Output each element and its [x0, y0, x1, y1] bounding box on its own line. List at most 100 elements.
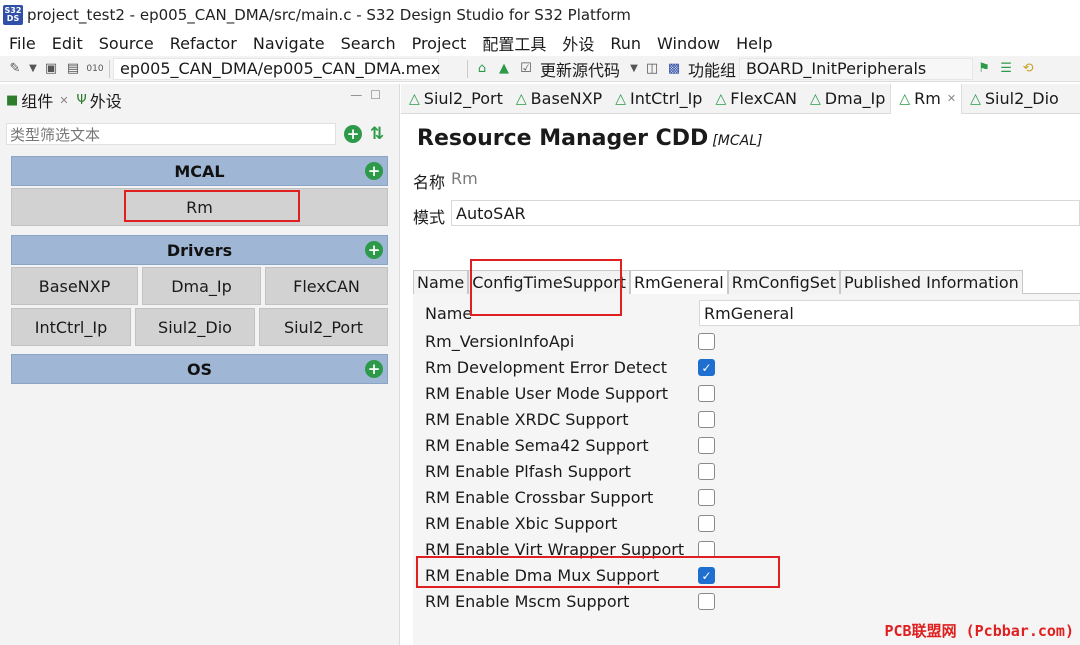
page-title-text: Resource Manager CDD — [417, 126, 709, 151]
tab-flexcan[interactable]: △ FlexCAN — [707, 84, 802, 114]
name-row-field[interactable]: RmGeneral — [699, 300, 1080, 326]
add-drivers-icon[interactable]: + — [365, 241, 383, 259]
option-checkbox[interactable] — [698, 489, 715, 506]
copy-icon[interactable]: ◫ — [643, 60, 661, 78]
close-icon[interactable]: ✕ — [59, 94, 68, 107]
tab-rmconfigset[interactable]: RmConfigSet — [727, 270, 841, 294]
tab-config-time-support[interactable]: ConfigTimeSupport — [468, 270, 630, 294]
title-bar: S32 DS project_test2 - ep005_CAN_DMA/src… — [0, 0, 1080, 30]
option-checkbox[interactable] — [698, 333, 715, 350]
option-row: RM Enable XRDC Support — [425, 406, 629, 432]
menu-search[interactable]: Search — [333, 34, 404, 53]
option-row: Rm Development Error Detect — [425, 354, 667, 380]
save-icon[interactable]: ▣ — [42, 60, 60, 78]
new-file-icon[interactable]: ✎ — [6, 60, 24, 78]
tab-name[interactable]: Name — [413, 270, 469, 294]
add-os-icon[interactable]: + — [365, 360, 383, 378]
config-tab-label: RmGeneral — [633, 273, 724, 292]
tab-siul2-port[interactable]: △ Siul2_Port — [401, 84, 508, 114]
add-mcal-icon[interactable]: + — [365, 162, 383, 180]
component-intctrl-ip-button[interactable]: IntCtrl_Ip — [11, 308, 131, 346]
option-checkbox[interactable] — [698, 411, 715, 428]
tab-siul2-dio[interactable]: △ Siul2_Dio — [962, 84, 1064, 114]
chip-icon[interactable]: ▩ — [665, 60, 683, 78]
components-panel: ■ 组件 ✕ Ψ 外设 —☐ 类型筛选文本 + ⇅ MCAL + Rm Driv… — [0, 84, 400, 645]
menu-source[interactable]: Source — [91, 34, 162, 53]
component-siul2-port-button[interactable]: Siul2_Port — [259, 308, 388, 346]
name-row: Name — [425, 300, 472, 326]
home-icon[interactable]: ⌂ — [473, 60, 491, 78]
config-tab-label: Published Information — [844, 273, 1019, 292]
app-logo-icon: S32 DS — [3, 5, 23, 25]
editor-tab-label: Rm — [914, 89, 941, 108]
function-group-label: 功能组 — [688, 60, 737, 80]
list-icon[interactable]: ☰ — [997, 60, 1015, 78]
component-dma-ip-button[interactable]: Dma_Ip — [142, 267, 261, 305]
group-header-drivers[interactable]: Drivers + — [11, 235, 388, 265]
component-basenxp-button[interactable]: BaseNXP — [11, 267, 138, 305]
group-header-os[interactable]: OS + — [11, 354, 388, 384]
group-header-mcal[interactable]: MCAL + — [11, 156, 388, 186]
sort-icon[interactable]: ⇅ — [370, 124, 384, 144]
dropdown-arrow-icon[interactable]: ▼ — [629, 60, 639, 78]
tab-intctrl-ip[interactable]: △ IntCtrl_Ip — [607, 84, 707, 114]
menu-run[interactable]: Run — [602, 34, 649, 53]
option-checkbox[interactable] — [698, 463, 715, 480]
option-checkbox[interactable] — [698, 437, 715, 454]
option-checkbox[interactable] — [698, 541, 715, 558]
save-all-icon[interactable]: ▤ — [64, 60, 82, 78]
warning-icon[interactable]: ▲ — [495, 60, 513, 78]
close-icon[interactable]: ✕ — [947, 92, 956, 105]
function-group-select[interactable]: BOARD_InitPeripherals — [739, 57, 974, 80]
menu-bar: File Edit Source Refactor Navigate Searc… — [0, 30, 1080, 56]
tab-rmgeneral[interactable]: RmGeneral — [629, 270, 728, 294]
component-siul2-dio-button[interactable]: Siul2_Dio — [135, 308, 255, 346]
mode-field[interactable]: AutoSAR — [451, 200, 1080, 226]
menu-refactor[interactable]: Refactor — [162, 34, 245, 53]
binary-icon[interactable]: 010 — [86, 60, 104, 78]
menu-edit[interactable]: Edit — [44, 34, 91, 53]
update-code-label[interactable]: 更新源代码 — [540, 57, 620, 81]
minimize-maximize-icon[interactable]: —☐ — [350, 88, 389, 102]
undo-icon[interactable]: ⟲ — [1019, 60, 1037, 78]
menu-file[interactable]: File — [0, 34, 44, 53]
component-flexcan-button[interactable]: FlexCAN — [265, 267, 388, 305]
menu-config-tools[interactable]: 配置工具 — [474, 31, 554, 55]
menu-project[interactable]: Project — [404, 34, 475, 53]
config-file-icon: △ — [970, 90, 981, 107]
tab-rm[interactable]: △ Rm ✕ — [890, 83, 963, 114]
checkmark-icon: ✓ — [701, 360, 712, 375]
menu-navigate[interactable]: Navigate — [245, 34, 333, 53]
tab-basenxp[interactable]: △ BaseNXP — [508, 84, 607, 114]
option-checkbox[interactable] — [698, 515, 715, 532]
component-label: BaseNXP — [38, 276, 111, 296]
dropdown-arrow-icon[interactable]: ▼ — [28, 60, 38, 78]
menu-peripherals[interactable]: 外设 — [554, 31, 602, 55]
name-row-value: RmGeneral — [704, 303, 794, 323]
option-checkbox[interactable]: ✓ — [698, 567, 715, 584]
add-component-icon[interactable]: + — [344, 125, 362, 143]
config-tab-bar: Name ConfigTimeSupport RmGeneral RmConfi… — [413, 270, 1080, 294]
option-row: RM Enable Virt Wrapper Support — [425, 536, 684, 562]
menu-window[interactable]: Window — [649, 34, 728, 53]
option-row: RM Enable Plfash Support — [425, 458, 631, 484]
component-rm-button[interactable]: Rm — [11, 188, 388, 226]
checkbox-icon[interactable]: ☑ — [517, 60, 535, 78]
filter-input[interactable]: 类型筛选文本 — [6, 123, 336, 145]
name-label: 名称 — [413, 173, 446, 192]
tab-dma-ip[interactable]: △ Dma_Ip — [802, 84, 890, 114]
mode-value: AutoSAR — [456, 203, 526, 223]
config-file-icon: △ — [615, 90, 626, 107]
tab-components[interactable]: ■ 组件 ✕ — [6, 88, 69, 112]
tab-peripherals[interactable]: Ψ 外设 — [77, 88, 122, 112]
option-checkbox[interactable] — [698, 593, 715, 610]
flag-icon[interactable]: ⚑ — [975, 60, 993, 78]
window-title: project_test2 - ep005_CAN_DMA/src/main.c… — [27, 6, 631, 24]
project-path-field[interactable]: ep005_CAN_DMA/ep005_CAN_DMA.mex — [113, 57, 440, 80]
option-checkbox[interactable] — [698, 385, 715, 402]
tab-published-information[interactable]: Published Information — [840, 270, 1023, 294]
menu-help[interactable]: Help — [728, 34, 780, 53]
checkmark-icon: ✓ — [701, 568, 712, 583]
option-checkbox[interactable]: ✓ — [698, 359, 715, 376]
option-label: RM Enable Dma Mux Support — [425, 565, 660, 585]
